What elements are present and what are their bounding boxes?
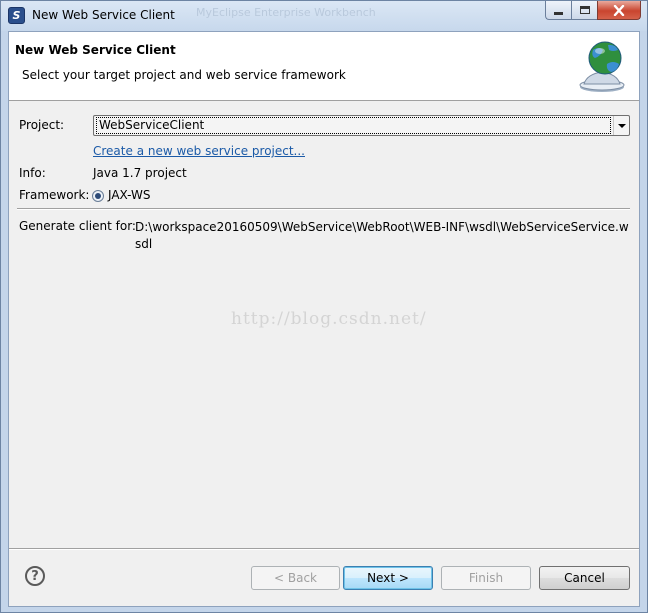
chevron-down-icon xyxy=(617,123,626,128)
create-project-link[interactable]: Create a new web service project... xyxy=(93,144,305,158)
wizard-window: S New Web Service Client MyEclipse Enter… xyxy=(0,0,648,613)
framework-label: Framework: xyxy=(19,188,90,202)
window-title: New Web Service Client xyxy=(32,8,175,22)
radio-selected-dot xyxy=(95,193,101,199)
maximize-icon xyxy=(579,6,590,14)
watermark-text: http://blog.csdn.net/ xyxy=(231,309,427,329)
title-bar[interactable]: S New Web Service Client MyEclipse Enter… xyxy=(1,1,647,31)
info-value: Java 1.7 project xyxy=(93,166,187,180)
jaxws-radio-label[interactable]: JAX-WS xyxy=(108,188,151,202)
combobox-arrow[interactable] xyxy=(613,116,629,135)
close-button[interactable] xyxy=(597,1,641,20)
next-button[interactable]: Next > xyxy=(343,566,433,590)
minimize-button[interactable] xyxy=(545,1,571,20)
wsdl-path-value: D:\workspace20160509\WebService\WebRoot\… xyxy=(135,220,629,251)
help-icon[interactable]: ? xyxy=(25,566,45,586)
cancel-button[interactable]: Cancel xyxy=(539,566,630,590)
wizard-banner: New Web Service Client Select your targe… xyxy=(9,32,639,101)
app-icon: S xyxy=(8,7,25,24)
project-combobox-value: WebServiceClient xyxy=(96,117,611,134)
project-combobox[interactable]: WebServiceClient xyxy=(93,115,630,136)
jaxws-radio[interactable] xyxy=(92,190,104,202)
close-icon xyxy=(613,4,625,16)
background-window-title: MyEclipse Enterprise Workbench xyxy=(196,6,376,19)
dialog-client-area: New Web Service Client Select your targe… xyxy=(8,31,640,607)
maximize-button[interactable] xyxy=(571,1,597,20)
project-label: Project: xyxy=(19,118,65,132)
finish-button[interactable]: Finish xyxy=(441,566,531,590)
banner-title: New Web Service Client xyxy=(15,43,176,57)
section-separator xyxy=(17,208,630,210)
info-label: Info: xyxy=(19,166,46,180)
banner-subtitle: Select your target project and web servi… xyxy=(22,68,346,82)
web-service-globe-icon xyxy=(579,41,625,92)
window-controls xyxy=(545,1,641,21)
generate-client-label: Generate client for: xyxy=(19,219,136,233)
button-bar-separator xyxy=(9,548,639,550)
back-button[interactable]: < Back xyxy=(251,566,340,590)
minimize-icon xyxy=(554,11,563,15)
